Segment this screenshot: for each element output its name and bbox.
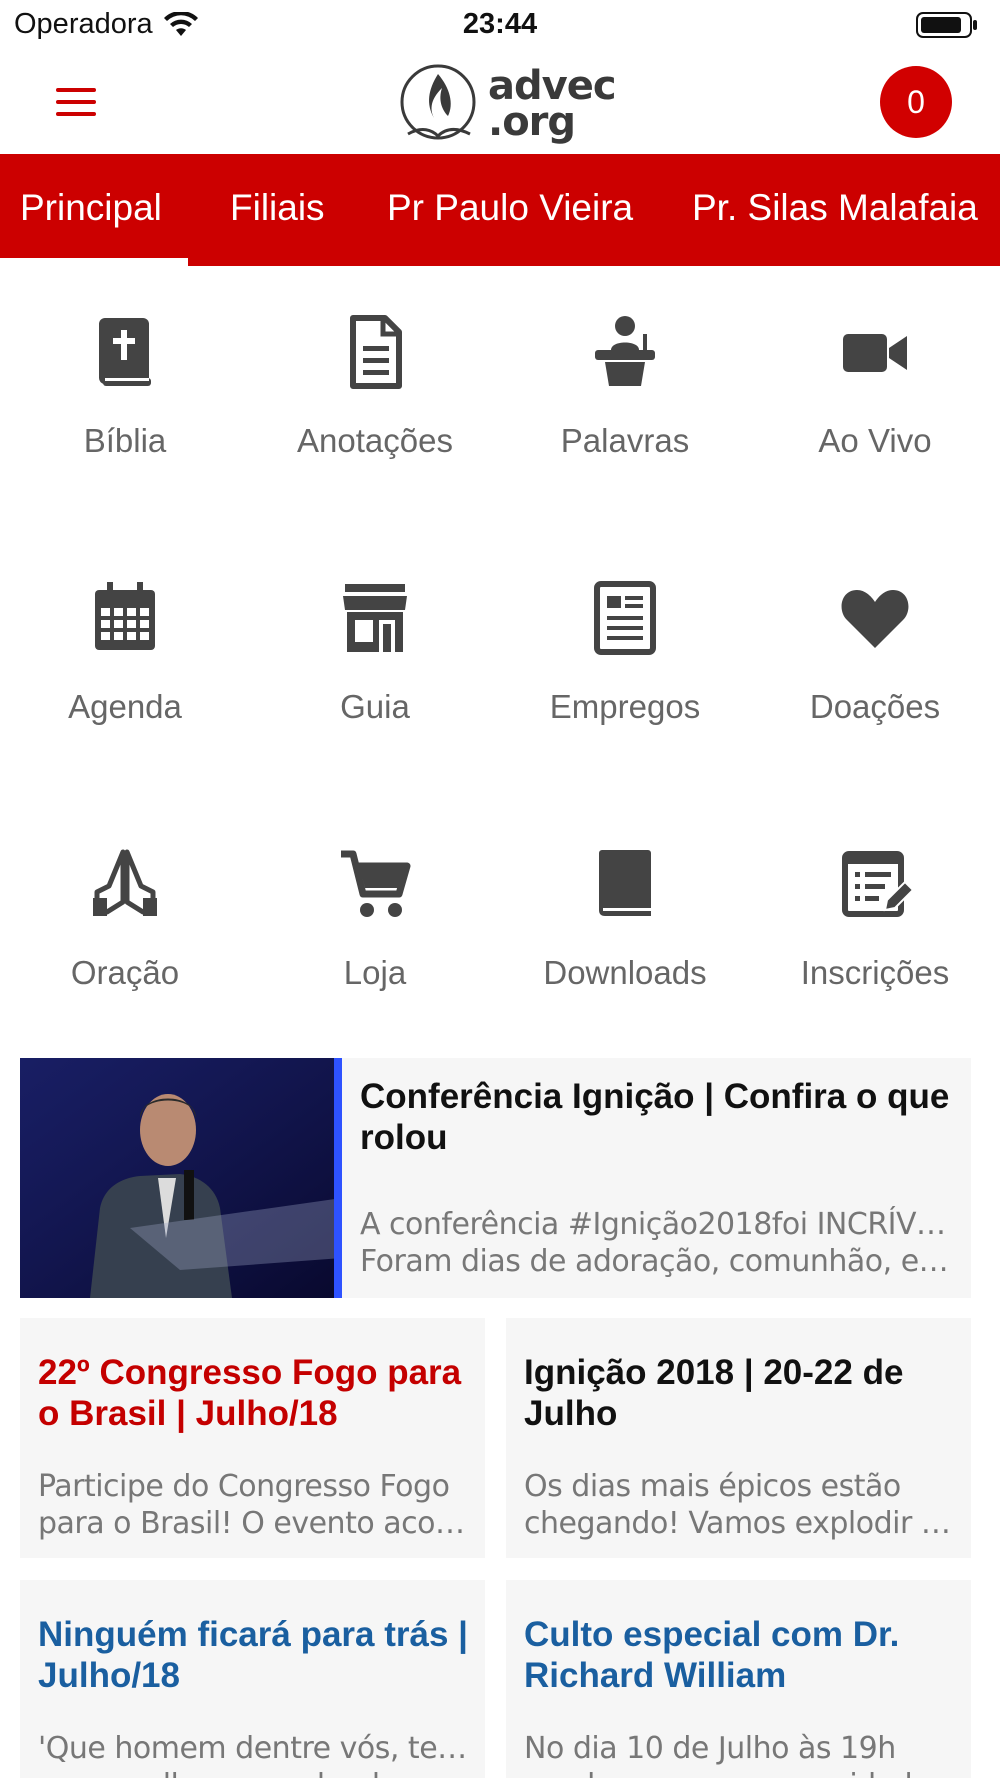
excerpt-line: A conferência #Ignição2018foi INCRÍVEL! — [360, 1207, 960, 1242]
excerpt-line: para o Brasil! O evento aconte… — [38, 1506, 468, 1541]
grid-item-anotacoes[interactable]: Anotações — [250, 300, 500, 500]
excerpt-line: chegando! Vamos explodir e… — [524, 1506, 954, 1541]
excerpt-line: No dia 10 de Julho às 19h — [524, 1731, 896, 1766]
excerpt-line: Os dias mais épicos estão — [524, 1469, 901, 1504]
notes-icon — [335, 312, 415, 392]
grid-label: Downloads — [543, 954, 707, 991]
grid-item-loja[interactable]: Loja — [250, 832, 500, 1032]
grid-item-agenda[interactable]: Agenda — [0, 566, 250, 766]
carrier-name: Operadora — [14, 8, 199, 41]
featured-news-excerpt: A conferência #Ignição2018foi INCRÍVEL! … — [360, 1206, 960, 1280]
heart-icon — [835, 578, 915, 658]
news-card-excerpt: No dia 10 de Julho às 19h receberemos um… — [524, 1730, 954, 1778]
tab-bar: Principal Filiais Pr Paulo Vieira Pr. Si… — [0, 154, 1000, 266]
news-card-excerpt: Participe do Congresso Fogo para o Brasi… — [38, 1468, 468, 1542]
news-card-culto-especial[interactable]: Culto especial com Dr. Richard William N… — [506, 1580, 971, 1778]
featured-news-card[interactable]: Conferência Ignição | Confira o que rolo… — [20, 1058, 971, 1298]
praying-hands-icon — [85, 844, 165, 924]
status-bar: Operadora 23:44 — [0, 0, 1000, 50]
grid-label: Loja — [343, 954, 407, 991]
grid-item-inscricoes[interactable]: Inscrições — [750, 832, 1000, 1032]
grid-item-downloads[interactable]: Downloads — [500, 832, 750, 1032]
excerpt-line: Participe do Congresso Fogo — [38, 1469, 450, 1504]
grid-label: Doações — [809, 688, 941, 725]
news-card-ninguem-ficara[interactable]: Ninguém ficará para trás | Julho/18 'Que… — [20, 1580, 485, 1778]
newspaper-icon — [585, 578, 665, 658]
grid-item-empregos[interactable]: Empregos — [500, 566, 750, 766]
grid-item-oracao[interactable]: Oração — [0, 832, 250, 1032]
excerpt-line: receberemos um convidado… — [524, 1767, 954, 1778]
grid-label: Palavras — [560, 422, 690, 459]
grid-item-guia[interactable]: Guia — [250, 566, 500, 766]
grid-label: Guia — [340, 688, 410, 725]
excerpt-line: Foram dias de adoração, comunhão, entre… — [360, 1244, 960, 1279]
tab-pr-paulo-vieira[interactable]: Pr Paulo Vieira — [387, 154, 633, 266]
grid-label: Oração — [70, 954, 180, 991]
featured-news-title: Conferência Ignição | Confira o que rolo… — [360, 1077, 950, 1157]
news-card-title: Ninguém ficará para trás | Julho/18 — [38, 1615, 468, 1695]
calendar-icon — [85, 578, 165, 658]
news-card-title: Culto especial com Dr. Richard William — [524, 1615, 900, 1695]
wifi-icon — [163, 11, 198, 36]
grid-label: Ao Vivo — [818, 422, 932, 459]
logo-wordmark: advec .org — [488, 66, 617, 145]
news-card-excerpt: Os dias mais épicos estão chegando! Vamo… — [524, 1468, 954, 1542]
grid-item-ao-vivo[interactable]: Ao Vivo — [750, 300, 1000, 500]
grid-label: Empregos — [549, 688, 701, 725]
hamburger-menu-icon[interactable] — [52, 82, 100, 122]
app-header: advec .org 0 — [0, 52, 1000, 154]
news-card-ignicao-2018[interactable]: Ignição 2018 | 20-22 de Julho Os dias ma… — [506, 1318, 971, 1558]
news-card-congresso-fogo[interactable]: 22º Congresso Fogo para o Brasil | Julho… — [20, 1318, 485, 1558]
cart-count-button[interactable]: 0 — [880, 66, 952, 138]
carrier-label: Operadora — [14, 8, 153, 40]
advec-logo: advec .org — [398, 60, 618, 148]
excerpt-line: cem ovelhas e perdendo uma… — [38, 1767, 468, 1778]
grid-label: Bíblia — [83, 422, 167, 459]
image-edge-stripe — [334, 1058, 342, 1298]
logo-text-line2: .org — [488, 99, 576, 145]
grid-item-palavras[interactable]: Palavras — [500, 300, 750, 500]
bible-icon — [85, 312, 165, 392]
grid-item-biblia[interactable]: Bíblia — [0, 300, 250, 500]
pulpit-icon — [585, 312, 665, 392]
flame-bible-logo-icon — [400, 64, 476, 140]
grid-label: Agenda — [68, 688, 182, 725]
news-card-excerpt: 'Que homem dentre vós, tendo cem ovelhas… — [38, 1730, 468, 1778]
excerpt-line: 'Que homem dentre vós, tendo — [38, 1731, 468, 1766]
shopping-cart-icon — [335, 844, 415, 924]
news-photo-speaker — [20, 1058, 342, 1298]
grid-label: Anotações — [297, 422, 453, 459]
book-icon — [585, 844, 665, 924]
edit-form-icon — [835, 844, 915, 924]
store-icon — [335, 578, 415, 658]
battery-icon — [916, 12, 977, 38]
speaker-photo — [20, 1058, 342, 1298]
tab-pr-silas-malafaia[interactable]: Pr. Silas Malafaia — [692, 154, 978, 266]
grid-label: Inscrições — [800, 954, 950, 991]
selected-tab-indicator — [0, 258, 188, 266]
news-card-title: 22º Congresso Fogo para o Brasil | Julho… — [38, 1353, 462, 1433]
tab-principal[interactable]: Principal — [20, 154, 162, 266]
grid-item-doacoes[interactable]: Doações — [750, 566, 1000, 766]
news-card-title: Ignição 2018 | 20-22 de Julho — [524, 1353, 904, 1433]
tab-filiais[interactable]: Filiais — [230, 154, 325, 266]
video-camera-icon — [835, 312, 915, 392]
